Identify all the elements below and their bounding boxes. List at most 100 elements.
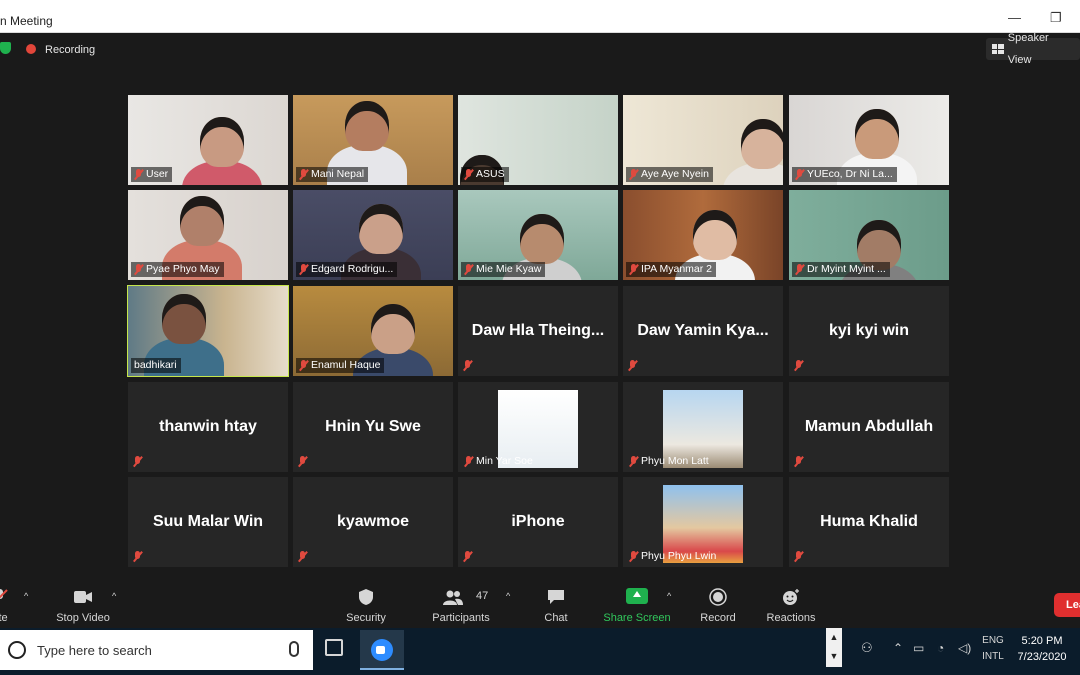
show-hidden-icons-icon[interactable]: ⌃ [893, 641, 903, 655]
encryption-shield-icon[interactable] [0, 42, 11, 54]
clock-time: 5:20 PM [1021, 635, 1063, 647]
battery-icon[interactable]: ▭ [913, 641, 924, 655]
participant-tile[interactable]: iPhone [458, 477, 618, 567]
participant-tile[interactable]: Hnin Yu Swe [293, 382, 453, 472]
task-view-icon[interactable] [325, 639, 343, 656]
participant-tile[interactable]: Enamul Haque [293, 286, 453, 376]
muted-microphone-icon [794, 551, 803, 562]
participant-tile[interactable]: Phyu Mon Latt [623, 382, 783, 472]
participant-tile[interactable]: Aye Aye Nyein [623, 95, 783, 185]
participant-name: Daw Yamin Kya... [637, 322, 769, 339]
participant-tile[interactable]: Huma Khalid [789, 477, 949, 567]
participant-name: Phyu Mon Latt [641, 455, 709, 467]
zoom-taskbar-app[interactable] [360, 630, 404, 670]
record-button[interactable]: Record [678, 583, 758, 628]
muted-microphone-icon [794, 456, 803, 467]
participant-name: iPhone [511, 513, 565, 530]
speaker-view-icon [992, 44, 1004, 54]
participant-head [520, 214, 564, 264]
record-label: Record [700, 612, 736, 624]
participant-name-label: IPA Myanmar 2 [626, 262, 716, 277]
scroll-down-icon[interactable]: ▼ [826, 647, 842, 666]
security-shield-icon [359, 589, 373, 605]
share-screen-label: Share Screen [603, 612, 671, 624]
participant-tile[interactable]: ASUS [458, 95, 618, 185]
participant-tile[interactable]: badhikari [127, 285, 289, 377]
scroll-up-icon[interactable]: ▲ [826, 628, 842, 647]
taskbar-search-box[interactable]: Type here to search [0, 630, 313, 670]
recording-icon[interactable] [26, 44, 36, 54]
participant-name: thanwin htay [159, 418, 257, 435]
participant-name: Mie Mie Kyaw [476, 263, 542, 275]
taskbar-clock[interactable]: 5:20 PM 7/23/2020 [1010, 633, 1074, 665]
reactions-button[interactable]: Reactions [751, 583, 831, 628]
muted-microphone-icon [463, 551, 472, 562]
participant-tile[interactable]: Pyae Phyo May [128, 190, 288, 280]
participants-icon [443, 590, 463, 605]
reactions-label: Reactions [766, 612, 816, 624]
participant-head [741, 119, 783, 169]
stop-video-button[interactable]: Stop Video [43, 583, 123, 628]
taskbar-scroll-control[interactable]: ▲ ▼ [826, 628, 842, 667]
participant-tile[interactable]: Mamun Abdullah [789, 382, 949, 472]
speaker-view-button[interactable]: Speaker View [986, 32, 1080, 66]
zoom-app-icon [371, 639, 393, 661]
participant-tile[interactable]: Mani Nepal [293, 95, 453, 185]
participant-tile[interactable]: Phyu Phyu Lwin [623, 477, 783, 567]
leave-meeting-button[interactable]: Lea [1054, 593, 1080, 617]
participant-tile[interactable]: Suu Malar Win [128, 477, 288, 567]
participant-name-label: Phyu Phyu Lwin [626, 549, 720, 564]
participant-tile[interactable]: Mie Mie Kyaw [458, 190, 618, 280]
participant-tile[interactable]: Daw Yamin Kya... [623, 286, 783, 376]
participant-name: Edgard Rodrigu... [311, 263, 394, 275]
windows-taskbar: Type here to search ▲ ▼ ⚇ ⌃ ▭ ◔ ◁) ENG I… [0, 628, 1080, 675]
muted-microphone-icon [464, 264, 473, 275]
participant-name: Pyae Phyo May [146, 263, 220, 275]
participant-tile[interactable]: thanwin htay [128, 382, 288, 472]
participant-name-label: Pyae Phyo May [131, 262, 224, 277]
participant-tile[interactable]: Daw Hla Theing... [458, 286, 618, 376]
participant-tile[interactable]: kyi kyi win [789, 286, 949, 376]
participant-tile[interactable]: YUEco, Dr Ni La... [789, 95, 949, 185]
muted-microphone-icon [134, 169, 143, 180]
voice-search-mic-icon[interactable] [289, 641, 299, 657]
participant-name: Huma Khalid [820, 513, 918, 530]
participant-tile[interactable]: Min Yar Soe [458, 382, 618, 472]
participant-name-label: Edgard Rodrigu... [296, 262, 398, 277]
muted-microphone-icon [629, 456, 638, 467]
participant-name-label: Phyu Mon Latt [626, 454, 713, 469]
security-button[interactable]: Security [326, 583, 406, 628]
participant-tile[interactable]: User [128, 95, 288, 185]
participants-button[interactable]: Participants [421, 583, 501, 628]
participant-tile[interactable]: Dr Myint Myint ... [789, 190, 949, 280]
participant-tile[interactable]: IPA Myanmar 2 [623, 190, 783, 280]
share-screen-button[interactable]: Share Screen [597, 583, 677, 628]
window-titlebar: n Meeting — ❐ [0, 0, 1080, 33]
muted-microphone-icon [464, 169, 473, 180]
participant-head [345, 101, 389, 151]
input-language-indicator[interactable]: ENG INTL [982, 633, 1004, 665]
participants-options-caret[interactable]: ^ [506, 591, 510, 601]
participant-name-label: Mie Mie Kyaw [461, 262, 546, 277]
participant-name-label: Dr Myint Myint ... [792, 262, 890, 277]
share-options-caret[interactable]: ^ [667, 591, 671, 601]
participant-tile[interactable]: Edgard Rodrigu... [293, 190, 453, 280]
participant-name: Phyu Phyu Lwin [641, 550, 717, 562]
muted-microphone-icon [629, 551, 638, 562]
volume-icon[interactable]: ◁) [958, 641, 971, 655]
wifi-icon[interactable]: ◔ [937, 641, 944, 655]
participant-head [371, 304, 415, 354]
participant-name: Hnin Yu Swe [325, 418, 421, 435]
participant-name: Daw Hla Theing... [471, 322, 605, 339]
audio-options-caret[interactable]: ^ [24, 591, 28, 601]
chat-button[interactable]: Chat [516, 583, 596, 628]
reactions-smiley-icon [783, 589, 799, 605]
minimize-button[interactable]: — [1008, 10, 1021, 25]
language-line-2: INTL [982, 651, 1004, 662]
mute-button[interactable]: ute [0, 583, 40, 628]
participant-tile[interactable]: kyawmoe [293, 477, 453, 567]
video-options-caret[interactable]: ^ [112, 591, 116, 601]
muted-microphone-icon [794, 360, 803, 371]
people-icon[interactable]: ⚇ [861, 640, 873, 656]
restore-button[interactable]: ❐ [1050, 10, 1062, 26]
